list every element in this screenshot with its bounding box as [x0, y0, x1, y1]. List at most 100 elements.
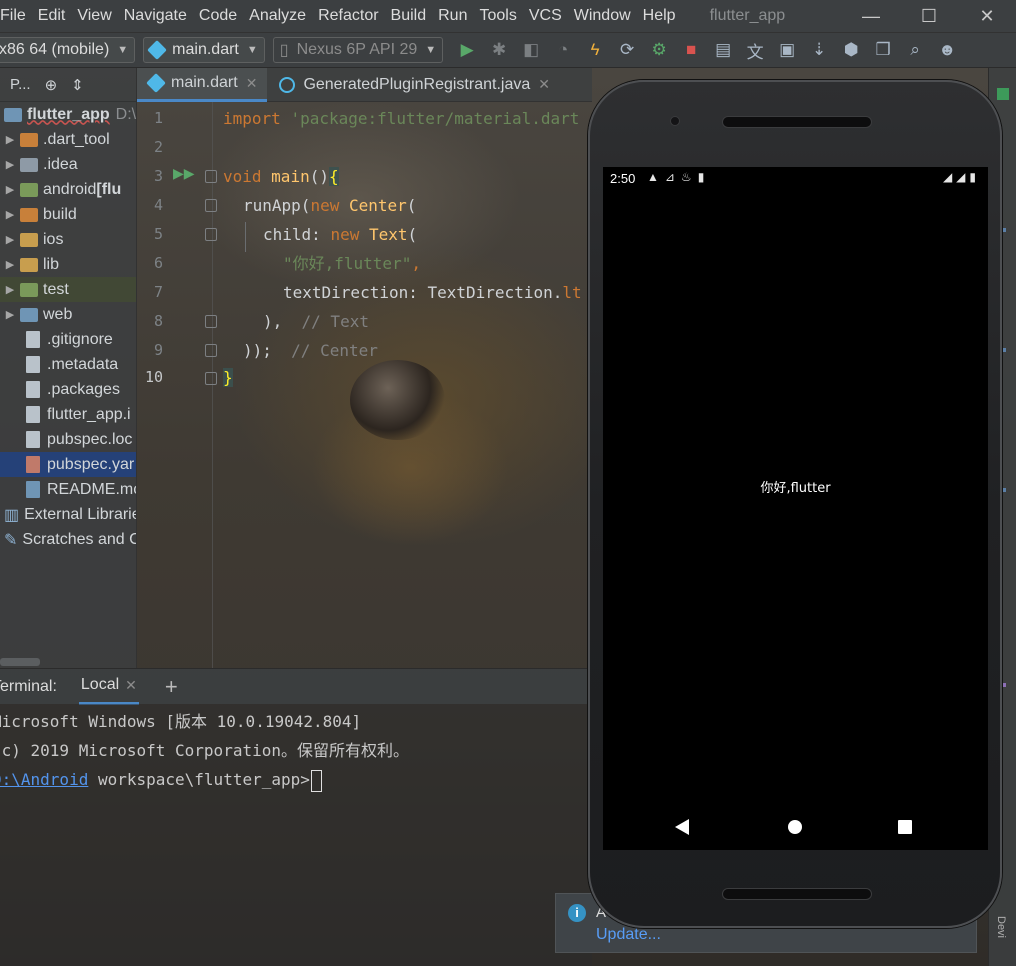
close-icon[interactable]: ✕ — [125, 677, 137, 694]
close-icon[interactable]: ✕ — [538, 76, 550, 93]
menu-window[interactable]: Window — [568, 7, 637, 25]
function-name: main — [271, 167, 310, 186]
close-window-button[interactable]: ✕ — [958, 0, 1016, 32]
tree-item-android[interactable]: ▶ android [flu — [0, 177, 136, 202]
code-editor[interactable]: import 'package:flutter/material.dart vo… — [213, 102, 592, 668]
debug-icon[interactable]: ✱ — [483, 36, 515, 64]
minimize-button[interactable]: — — [842, 0, 900, 32]
tree-item-metadata[interactable]: .metadata — [0, 352, 136, 377]
sdk-manager-icon[interactable]: ⬢ — [835, 36, 867, 64]
menu-analyze[interactable]: Analyze — [243, 7, 312, 25]
run-icon[interactable]: ▶ — [451, 36, 483, 64]
run-config-label: main.dart — [172, 41, 239, 58]
tree-item-readme[interactable]: README.mc — [0, 477, 136, 502]
chevron-right-icon[interactable]: ▶ — [0, 133, 20, 146]
tree-item-external-libraries[interactable]: ▥ External Librarie — [0, 502, 136, 527]
menu-view[interactable]: View — [71, 7, 117, 25]
home-icon[interactable] — [788, 820, 802, 834]
string-literal: "你好,flutter" — [283, 254, 412, 273]
run-main-icon[interactable]: ▶▶ — [173, 166, 195, 182]
menu-build[interactable]: Build — [385, 7, 433, 25]
attach-debugger-icon[interactable]: ⚙ — [643, 36, 675, 64]
keyword: import — [223, 109, 281, 128]
project-panel-title[interactable]: P... — [10, 76, 31, 93]
editor-gutter: 1 2 3 4 5 6 7 8 9 10 ▶▶ — [137, 102, 217, 668]
collapse-icon[interactable]: ⇕ — [71, 76, 84, 94]
menu-vcs[interactable]: VCS — [523, 7, 568, 25]
tree-item-label: flutter_app.i — [47, 405, 131, 423]
file-icon — [26, 331, 40, 348]
tree-item-web[interactable]: ▶ web — [0, 302, 136, 327]
stop-icon[interactable]: ■ — [675, 36, 707, 64]
run-config-dropdown[interactable]: main.dart ▼ — [143, 37, 265, 63]
chevron-right-icon[interactable]: ▶ — [0, 283, 20, 296]
menu-edit[interactable]: Edit — [32, 7, 72, 25]
tree-item-scratches[interactable]: ✎ Scratches and C — [0, 527, 136, 552]
line-number: 7 — [153, 283, 163, 301]
coverage-icon[interactable]: ◧ — [515, 36, 547, 64]
back-icon[interactable] — [675, 819, 689, 835]
phone-top-speaker — [722, 116, 872, 128]
chevron-right-icon[interactable]: ▶ — [0, 308, 20, 321]
update-link[interactable]: Update... — [596, 926, 661, 944]
terminal-output[interactable]: Microsoft Windows [版本 10.0.19042.804] (c… — [0, 704, 592, 966]
tree-item-ios[interactable]: ▶ ios — [0, 227, 136, 252]
code-text: )); — [243, 341, 272, 360]
chevron-right-icon[interactable]: ▶ — [0, 208, 20, 221]
tab-generated-plugin-registrant[interactable]: GeneratedPluginRegistrant.java ✕ — [267, 68, 560, 102]
folder-icon — [20, 232, 38, 247]
tab-main-dart[interactable]: main.dart ✕ — [137, 67, 268, 102]
terminal-icon[interactable] — [997, 88, 1009, 100]
file-icon — [26, 381, 40, 398]
menu-run[interactable]: Run — [432, 7, 473, 25]
tree-root-path: D:\ — [115, 105, 137, 123]
tree-item-gitignore[interactable]: .gitignore — [0, 327, 136, 352]
project-structure-icon[interactable]: ▤ — [707, 36, 739, 64]
menu-code[interactable]: Code — [193, 7, 243, 25]
menu-navigate[interactable]: Navigate — [118, 7, 193, 25]
crosshair-icon[interactable]: ⊕ — [45, 76, 58, 94]
chevron-right-icon[interactable]: ▶ — [0, 258, 20, 271]
tree-item-test[interactable]: ▶ test — [0, 277, 136, 302]
tree-item-packages[interactable]: .packages — [0, 377, 136, 402]
menu-file[interactable]: File — [0, 7, 32, 25]
chevron-right-icon[interactable]: ▶ — [0, 183, 20, 196]
recents-icon[interactable] — [898, 820, 912, 834]
hot-reload-icon[interactable]: ϟ — [579, 36, 611, 64]
hot-restart-icon[interactable]: ⟳ — [611, 36, 643, 64]
search-icon[interactable]: ⌕ — [899, 36, 931, 64]
tree-item-dart-tool[interactable]: ▶ .dart_tool — [0, 127, 136, 152]
new-terminal-button[interactable]: + — [165, 674, 178, 700]
menu-bar: File Edit View Navigate Code Analyze Ref… — [0, 0, 1016, 32]
menu-help[interactable]: Help — [637, 7, 682, 25]
tree-item-idea[interactable]: ▶ .idea — [0, 152, 136, 177]
close-icon[interactable]: ✕ — [246, 75, 258, 92]
horizontal-scrollbar[interactable] — [0, 658, 40, 666]
profile-icon[interactable]: ◔ — [547, 36, 579, 64]
chevron-right-icon[interactable]: ▶ — [0, 233, 20, 246]
tree-item-pubspec-lock[interactable]: pubspec.loc — [0, 427, 136, 452]
menu-refactor[interactable]: Refactor — [312, 7, 384, 25]
translate-icon[interactable]: 文 — [739, 36, 771, 64]
tree-root[interactable]: flutter_app D:\ — [0, 102, 136, 127]
tree-item-lib[interactable]: ▶ lib — [0, 252, 136, 277]
chevron-down-icon: ▼ — [246, 44, 258, 56]
chevron-right-icon[interactable]: ▶ — [0, 158, 20, 171]
device-file-explorer-label[interactable]: Devi — [995, 916, 1007, 938]
menu-tools[interactable]: Tools — [473, 7, 522, 25]
user-avatar-icon[interactable]: ☻ — [931, 36, 963, 64]
tab-terminal-local[interactable]: Local ✕ — [78, 669, 139, 705]
device-manager-icon[interactable]: ⇣ — [803, 36, 835, 64]
maximize-button[interactable]: ☐ — [900, 0, 958, 32]
terminal-path-link[interactable]: D:\Android — [0, 770, 88, 789]
signal-battery-icons: ◢◢▮ — [942, 170, 980, 184]
tree-item-pubspec-yaml[interactable]: pubspec.yar — [0, 452, 136, 477]
tree-item-iml[interactable]: flutter_app.i — [0, 402, 136, 427]
gradle-sync-icon[interactable]: ❒ — [867, 36, 899, 64]
tree-item-build[interactable]: ▶ build — [0, 202, 136, 227]
emulator-screen[interactable]: 2:50 ▲⊿♨▮ ◢◢▮ 你好,flutter — [603, 167, 988, 850]
avd-manager-icon[interactable]: ▣ — [771, 36, 803, 64]
emulator-dropdown[interactable]: ▯ Nexus 6P API 29 ▼ — [272, 37, 444, 63]
target-device-dropdown[interactable]: x86 64 (mobile) ▼ — [0, 37, 136, 63]
flutter-app-text: 你好,flutter — [760, 481, 831, 496]
